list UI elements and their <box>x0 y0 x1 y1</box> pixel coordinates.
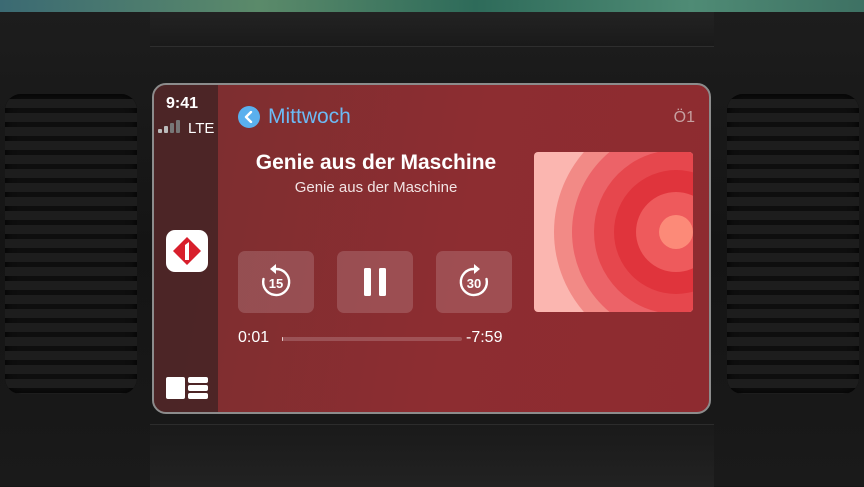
svg-text:15: 15 <box>269 276 283 291</box>
network-type: LTE <box>188 120 214 137</box>
cover-art <box>534 152 693 312</box>
carplay-screen: 9:41 LTE Mittwoch Ö1 Genie aus der <box>152 83 711 414</box>
cellular-signal-icon <box>158 119 180 133</box>
podcast-app-icon[interactable] <box>166 230 208 272</box>
progress-bar[interactable] <box>282 337 462 341</box>
chevron-left-icon <box>238 106 260 128</box>
windshield-strip <box>0 0 864 12</box>
back-label: Mittwoch <box>268 105 351 129</box>
air-vent-right <box>727 94 859 394</box>
episode-title: Genie aus der Maschine <box>240 151 512 175</box>
dashboard-bevel-bottom <box>150 424 714 487</box>
skip-forward-button[interactable]: 30 <box>436 251 512 313</box>
clock: 9:41 <box>166 95 198 113</box>
elapsed-time: 0:01 <box>238 329 269 347</box>
dashboard-bevel-top <box>150 12 714 47</box>
skip-back-15-icon: 15 <box>257 263 295 301</box>
station-label: Ö1 <box>674 109 695 127</box>
dashboard-icon[interactable] <box>166 377 208 399</box>
svg-text:30: 30 <box>467 276 481 291</box>
pause-button[interactable] <box>337 251 413 313</box>
status-sidebar: 9:41 LTE <box>154 85 218 412</box>
air-vent-left <box>5 94 137 394</box>
episode-subtitle: Genie aus der Maschine <box>240 179 512 196</box>
pause-icon <box>362 267 388 297</box>
skip-back-button[interactable]: 15 <box>238 251 314 313</box>
back-button[interactable]: Mittwoch <box>238 105 351 129</box>
remaining-time: -7:59 <box>466 329 502 347</box>
skip-forward-30-icon: 30 <box>455 263 493 301</box>
